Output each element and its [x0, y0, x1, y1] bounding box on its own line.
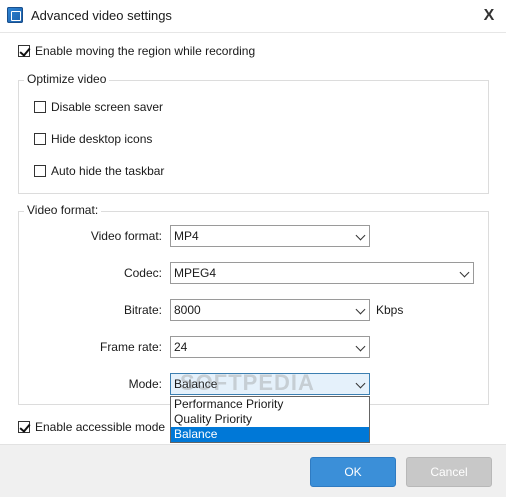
chevron-down-icon [355, 230, 366, 241]
hide-desktop-icons-checkbox[interactable] [34, 133, 46, 145]
chevron-down-icon [355, 304, 366, 315]
chevron-down-icon [355, 378, 366, 389]
disable-screen-saver-label: Disable screen saver [51, 100, 164, 114]
accessible-mode-option[interactable]: Enable accessible mode [18, 420, 165, 434]
disable-screen-saver-option[interactable]: Disable screen saver [34, 100, 163, 114]
auto-hide-taskbar-label: Auto hide the taskbar [51, 164, 165, 178]
video-format-select[interactable]: MP4 [170, 225, 370, 247]
bitrate-label: Bitrate: [123, 303, 162, 317]
hide-desktop-icons-option[interactable]: Hide desktop icons [34, 132, 152, 146]
app-icon [7, 7, 23, 23]
mode-value: Balance [174, 377, 218, 391]
accessible-mode-label: Enable accessible mode [35, 420, 166, 434]
frame-rate-select[interactable]: 24 [170, 336, 370, 358]
window-title: Advanced video settings [31, 8, 172, 23]
auto-hide-taskbar-option[interactable]: Auto hide the taskbar [34, 164, 164, 178]
chevron-down-icon [459, 267, 470, 278]
video-format-label: Video format: [90, 229, 162, 243]
codec-value: MPEG4 [174, 266, 217, 280]
accessible-mode-checkbox[interactable] [18, 421, 30, 433]
bitrate-value: 8000 [174, 303, 201, 317]
hide-desktop-icons-label: Hide desktop icons [51, 132, 153, 146]
frame-rate-label: Frame rate: [99, 340, 162, 354]
close-button[interactable]: X [478, 6, 500, 26]
enable-moving-checkbox[interactable] [18, 45, 30, 57]
chevron-down-icon [355, 341, 366, 352]
mode-label: Mode: [128, 377, 162, 391]
video-format-title: Video format: [24, 203, 102, 217]
enable-moving-label: Enable moving the region while recording [35, 44, 256, 58]
title-bar: Advanced video settings X [0, 0, 506, 33]
mode-dropdown-list: Performance Priority Quality Priority Ba… [170, 396, 370, 443]
enable-moving-option[interactable]: Enable moving the region while recording [18, 44, 255, 58]
bitrate-unit: Kbps [376, 303, 404, 317]
optimize-video-title: Optimize video [24, 72, 110, 86]
video-format-value: MP4 [174, 229, 199, 243]
frame-rate-value: 24 [174, 340, 188, 354]
mode-select[interactable]: Balance [170, 373, 370, 395]
cancel-button[interactable]: Cancel [406, 457, 492, 487]
mode-option-performance[interactable]: Performance Priority [171, 397, 369, 412]
disable-screen-saver-checkbox[interactable] [34, 101, 46, 113]
auto-hide-taskbar-checkbox[interactable] [34, 165, 46, 177]
codec-select[interactable]: MPEG4 [170, 262, 474, 284]
codec-label: Codec: [123, 266, 162, 280]
mode-option-quality[interactable]: Quality Priority [171, 412, 369, 427]
mode-option-balance[interactable]: Balance [171, 427, 369, 442]
ok-button[interactable]: OK [310, 457, 396, 487]
dialog-footer: OK Cancel [0, 444, 506, 497]
bitrate-select[interactable]: 8000 [170, 299, 370, 321]
